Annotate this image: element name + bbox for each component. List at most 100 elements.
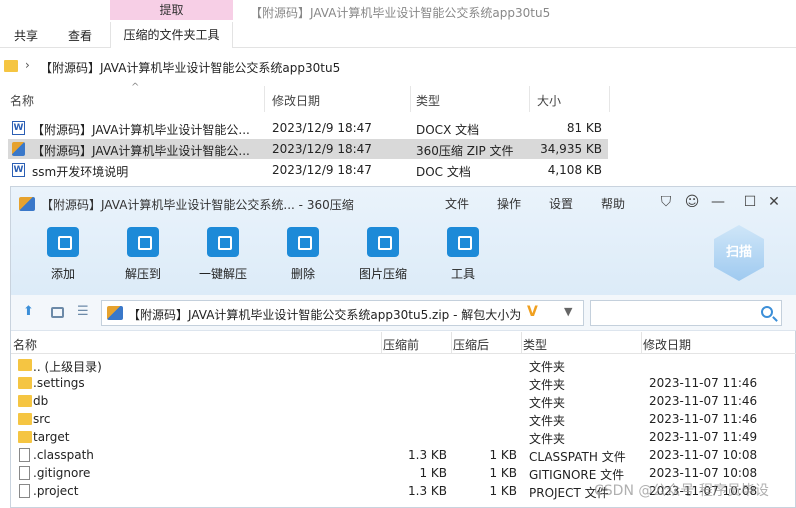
file-size: 34,935 KB — [540, 142, 602, 156]
file-icon — [19, 448, 30, 462]
archive-row[interactable]: src 文件夹 2023-11-07 11:46 — [11, 410, 796, 428]
file-row-selected[interactable]: 【附源码】JAVA计算机毕业设计智能公... 2023/12/9 18:47 3… — [8, 139, 608, 159]
archive-row[interactable]: .settings 文件夹 2023-11-07 11:46 — [11, 374, 796, 392]
archive-column-header: 名称 压缩前 压缩后 类型 修改日期 — [11, 332, 796, 354]
one-click-extract-icon — [207, 227, 239, 257]
folder-icon — [4, 60, 18, 72]
minimize-icon[interactable]: — — [709, 193, 727, 211]
file-icon — [19, 466, 30, 480]
view-mode-icon[interactable] — [51, 307, 64, 318]
file-size: 4,108 KB — [547, 163, 602, 177]
feedback-icon[interactable]: ☺ — [683, 193, 701, 211]
archive-row[interactable]: target 文件夹 2023-11-07 11:49 — [11, 428, 796, 446]
archive-path-text: 【附源码】JAVA计算机毕业设计智能公交系统app30tu5.zip - 解包大… — [128, 308, 526, 322]
file-row[interactable]: W ssm开发环境说明 2023/12/9 18:47 DOC 文档 4,108… — [8, 160, 608, 180]
file-name: 【附源码】JAVA计算机毕业设计智能公... — [32, 144, 250, 158]
column-divider[interactable] — [381, 332, 382, 354]
file-type: 360压缩 ZIP 文件 — [416, 144, 514, 158]
column-divider[interactable] — [521, 332, 522, 354]
file-name: 【附源码】JAVA计算机毕业设计智能公... — [32, 123, 250, 137]
one-click-extract-button[interactable]: 一键解压 — [193, 227, 253, 282]
compressor-title: 【附源码】JAVA计算机毕业设计智能公交系统... - 360压缩 — [41, 198, 354, 212]
search-input[interactable] — [590, 300, 782, 326]
menu-settings[interactable]: 设置 — [549, 195, 573, 212]
file-size: 81 KB — [566, 121, 602, 135]
breadcrumb[interactable]: 【附源码】JAVA计算机毕业设计智能公交系统app30tu5 — [40, 59, 340, 76]
zip-archive-icon — [107, 306, 123, 320]
compressor-logo-icon — [19, 197, 35, 211]
extract-to-icon — [127, 227, 159, 257]
list-view-icon[interactable]: ☰ — [77, 304, 91, 319]
image-compress-icon — [367, 227, 399, 257]
column-type[interactable]: 类型 — [523, 336, 547, 353]
tab-view[interactable]: 查看 — [68, 27, 92, 44]
up-arrow-icon[interactable]: ⬆ — [23, 304, 37, 319]
file-modified: 2023/12/9 18:47 — [272, 121, 372, 135]
file-type: DOCX 文档 — [416, 123, 480, 137]
tools-button[interactable]: 工具 — [433, 227, 493, 282]
column-name[interactable]: 名称 — [10, 92, 34, 109]
path-bar: ⬆ ☰ 【附源码】JAVA计算机毕业设计智能公交系统app30tu5.zip -… — [11, 295, 796, 331]
column-packed[interactable]: 压缩后 — [453, 336, 489, 353]
menu-file[interactable]: 文件 — [445, 195, 469, 212]
chevron-down-icon[interactable]: ▼ — [564, 305, 572, 318]
folder-icon — [18, 395, 32, 407]
column-modified[interactable]: 修改日期 — [643, 336, 691, 353]
tab-compressed-folder-tools[interactable]: 压缩的文件夹工具 — [110, 22, 233, 48]
archive-row[interactable]: db 文件夹 2023-11-07 11:46 — [11, 392, 796, 410]
verified-check-icon: V — [527, 304, 538, 320]
explorer-ribbon: 提取 【附源码】JAVA计算机毕业设计智能公交系统app30tu5 共享 查看 … — [0, 0, 796, 48]
compressor-window: 【附源码】JAVA计算机毕业设计智能公交系统... - 360压缩 文件 操作 … — [10, 186, 796, 508]
address-bar[interactable]: › 【附源码】JAVA计算机毕业设计智能公交系统app30tu5 — [0, 56, 796, 78]
file-modified: 2023/12/9 18:47 — [272, 163, 372, 177]
column-compressed[interactable]: 压缩前 — [383, 336, 419, 353]
delete-button[interactable]: 删除 — [273, 227, 333, 282]
maximize-icon[interactable]: ☐ — [741, 193, 759, 211]
folder-icon — [18, 413, 32, 425]
add-button[interactable]: 添加 — [33, 227, 93, 282]
add-icon — [47, 227, 79, 257]
archive-row[interactable]: .. (上级目录) 文件夹 — [11, 356, 796, 374]
file-name: ssm开发环境说明 — [32, 165, 129, 179]
search-icon[interactable] — [761, 306, 773, 318]
folder-icon — [18, 377, 32, 389]
archive-row[interactable]: .classpath 1.3 KB 1 KB CLASSPATH 文件 2023… — [11, 446, 796, 464]
column-divider[interactable] — [609, 86, 610, 112]
watermark: CSDN @公众号 程序员毕设 — [594, 483, 769, 499]
extract-to-button[interactable]: 解压到 — [113, 227, 173, 282]
file-modified: 2023/12/9 18:47 — [272, 142, 372, 156]
archive-path-field[interactable]: 【附源码】JAVA计算机毕业设计智能公交系统app30tu5.zip - 解包大… — [101, 300, 584, 326]
column-size[interactable]: 大小 — [537, 92, 561, 109]
sort-caret-icon: ^ — [131, 82, 140, 93]
column-name[interactable]: 名称 — [13, 336, 37, 353]
column-divider[interactable] — [410, 86, 411, 112]
column-divider[interactable] — [529, 86, 530, 112]
chevron-right-icon[interactable]: › — [25, 58, 30, 72]
close-icon[interactable]: ✕ — [765, 193, 783, 211]
tools-icon — [447, 227, 479, 257]
tab-extract[interactable]: 提取 — [110, 0, 233, 20]
menu-operate[interactable]: 操作 — [497, 195, 521, 212]
scan-button[interactable]: 扫描 — [714, 225, 764, 281]
folder-icon — [18, 359, 32, 371]
window-title: 【附源码】JAVA计算机毕业设计智能公交系统app30tu5 — [250, 6, 551, 20]
recycle-bin-icon — [287, 227, 319, 257]
compressor-toolbar-area: 【附源码】JAVA计算机毕业设计智能公交系统... - 360压缩 文件 操作 … — [11, 187, 796, 295]
tab-share[interactable]: 共享 — [14, 27, 38, 44]
word-doc-icon: W — [12, 163, 25, 177]
folder-icon — [18, 431, 32, 443]
word-doc-icon: W — [12, 121, 25, 135]
column-divider[interactable] — [641, 332, 642, 354]
column-divider[interactable] — [264, 86, 265, 112]
menu-help[interactable]: 帮助 — [601, 195, 625, 212]
explorer-column-header: ^ 名称 修改日期 类型 大小 — [0, 82, 610, 112]
file-icon — [19, 484, 30, 498]
skin-icon[interactable]: ⛉ — [657, 193, 675, 211]
file-row[interactable]: W 【附源码】JAVA计算机毕业设计智能公... 2023/12/9 18:47… — [8, 118, 608, 138]
zip-archive-icon — [12, 142, 25, 156]
column-divider[interactable] — [451, 332, 452, 354]
column-type[interactable]: 类型 — [416, 92, 440, 109]
image-compress-button[interactable]: 图片压缩 — [353, 227, 413, 282]
file-type: DOC 文档 — [416, 165, 471, 179]
column-modified[interactable]: 修改日期 — [272, 92, 320, 109]
